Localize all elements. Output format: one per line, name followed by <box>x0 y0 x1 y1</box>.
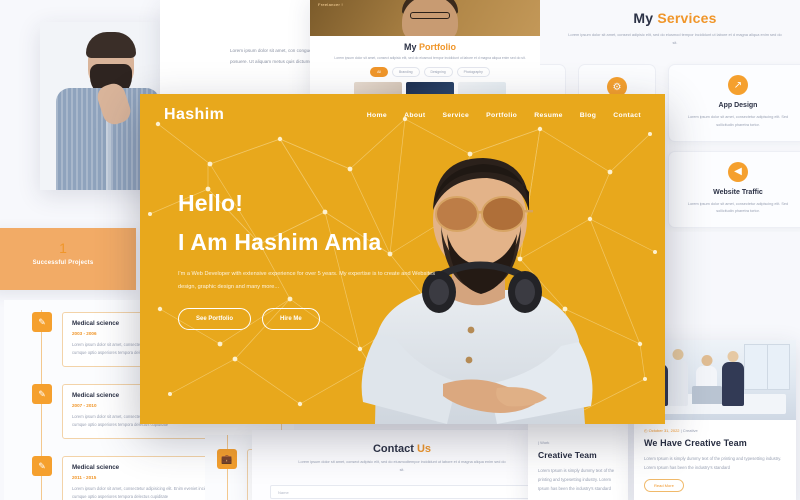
service-description: Lorem ipsum dolor sit amet, consectetur … <box>687 201 789 214</box>
person-figure <box>668 349 688 406</box>
pen-icon: ✎ <box>32 312 52 332</box>
site-logo[interactable]: Hashim <box>164 106 224 124</box>
contact-title-main: Contact <box>372 443 414 455</box>
nav-item-contact[interactable]: Contact <box>613 112 641 119</box>
nav-item-about[interactable]: About <box>404 112 425 119</box>
contact-title-accent: Us <box>416 443 432 455</box>
portfolio-title-main: My <box>403 42 417 52</box>
office-window <box>744 344 790 390</box>
nav-item-blog[interactable]: Blog <box>580 112 597 119</box>
service-card-app-design[interactable]: ↗ App Design Lorem ipsum dolor sit amet,… <box>668 64 800 142</box>
blog-meta: | Work <box>538 440 618 445</box>
nav-links: Home About Service Portfolio Resume Blog… <box>367 112 641 119</box>
blog-body: ◴ October 31, 2022 | Creative We Have Cr… <box>634 420 796 500</box>
blog-date: ◴ October 31, 2022 <box>644 428 680 433</box>
blog-description: Lorem Ipsum is simply dummy text of the … <box>538 468 615 492</box>
service-name: App Design <box>718 102 758 109</box>
hero-name: I Am Hashim Amla <box>178 229 382 255</box>
contact-name-input[interactable]: Name <box>270 485 534 499</box>
filter-tab-branding[interactable]: Branding <box>391 67 420 78</box>
blog-title: Creative Team <box>538 450 597 460</box>
services-subtitle: Lorem ipsum dolor sit amet, consect adip… <box>568 32 782 46</box>
template-showcase: Lorem ipsum dolor sit amet, con congue s… <box>0 0 800 500</box>
blog-category: | Work <box>538 440 550 445</box>
nav-item-service[interactable]: Service <box>442 112 469 119</box>
hero-navbar: Hashim Home About Service Portfolio Resu… <box>140 94 665 136</box>
service-card-list: ↗ App Design Lorem ipsum dolor sit amet,… <box>668 64 800 232</box>
hero-section: Hashim Home About Service Portfolio Resu… <box>140 94 665 424</box>
megaphone-icon: ◀ <box>728 161 748 182</box>
portfolio-title: My Portfolio <box>310 42 550 52</box>
blog-description: Lorem Ipsum is simply dummy text of the … <box>644 456 782 471</box>
nav-item-portfolio[interactable]: Portfolio <box>486 112 517 119</box>
portfolio-hero-image: Freelancer ! <box>310 0 550 36</box>
filter-tab-designing[interactable]: Designing <box>423 67 453 78</box>
blog-card-partial: | Work Creative Team Lorem Ipsum is simp… <box>528 424 628 500</box>
blog-meta: ◴ October 31, 2022 | Creative <box>644 428 786 433</box>
chart-icon: ↗ <box>728 75 748 95</box>
contact-subtitle: Lorem ipsum dolor sit amet, consect adip… <box>298 460 506 472</box>
see-portfolio-button[interactable]: See Portfolio <box>178 308 252 331</box>
services-title-main: My <box>633 10 654 26</box>
pen-icon: ✎ <box>32 384 52 404</box>
blog-body: | Work Creative Team Lorem Ipsum is simp… <box>528 432 628 500</box>
hire-me-button[interactable]: Hire Me <box>262 308 320 331</box>
nav-item-home[interactable]: Home <box>367 112 387 119</box>
portfolio-panel: Freelancer ! My Portfolio Lorem ipsum do… <box>310 0 550 104</box>
counter-number: 1 <box>59 240 67 256</box>
pen-icon: ✎ <box>32 456 52 476</box>
laptop-icon <box>692 386 722 404</box>
service-card-website-traffic[interactable]: ◀ Website Traffic Lorem ipsum dolor sit … <box>668 150 800 229</box>
portfolio-subtitle: Lorem ipsum dolor sit amet, consect adip… <box>334 56 526 60</box>
service-description: Lorem ipsum dolor sit amet, consectetur … <box>687 115 789 127</box>
blog-title: We Have Creative Team <box>644 438 747 448</box>
hero-greeting: Hello! <box>178 190 244 216</box>
filter-tab-all[interactable]: All <box>370 67 388 78</box>
photo-hair <box>86 32 136 58</box>
services-title: My Services <box>540 10 800 26</box>
read-more-button[interactable]: Read More <box>644 479 684 493</box>
portfolio-badge: Freelancer ! <box>318 2 343 7</box>
contact-panel: Contact Us Lorem ipsum dolor sit amet, c… <box>252 430 552 500</box>
glasses-icon <box>410 12 450 19</box>
hero-description: I'm a Web Developer with extensive exper… <box>178 271 436 290</box>
hero-buttons: See Portfolio Hire Me <box>178 308 478 331</box>
briefcase-icon: 💼 <box>217 449 237 469</box>
contact-title: Contact Us <box>252 443 552 455</box>
hero-text-block: Hello! I Am Hashim Amla I'm a Web Develo… <box>178 190 478 331</box>
person-figure <box>722 351 744 406</box>
service-name: Website Traffic <box>713 188 763 196</box>
counter-panel: 1 Successful Projects <box>0 228 136 290</box>
portfolio-filter-tabs: All Branding Designing Photography <box>310 67 550 78</box>
nav-item-resume[interactable]: Resume <box>534 112 563 119</box>
counter-label: Successful Projects <box>32 260 94 266</box>
blog-category: | Creative <box>680 428 698 433</box>
services-title-accent: Services <box>657 10 717 26</box>
portfolio-title-accent: Portfolio <box>419 42 457 52</box>
filter-tab-photography[interactable]: Photography <box>456 67 490 78</box>
